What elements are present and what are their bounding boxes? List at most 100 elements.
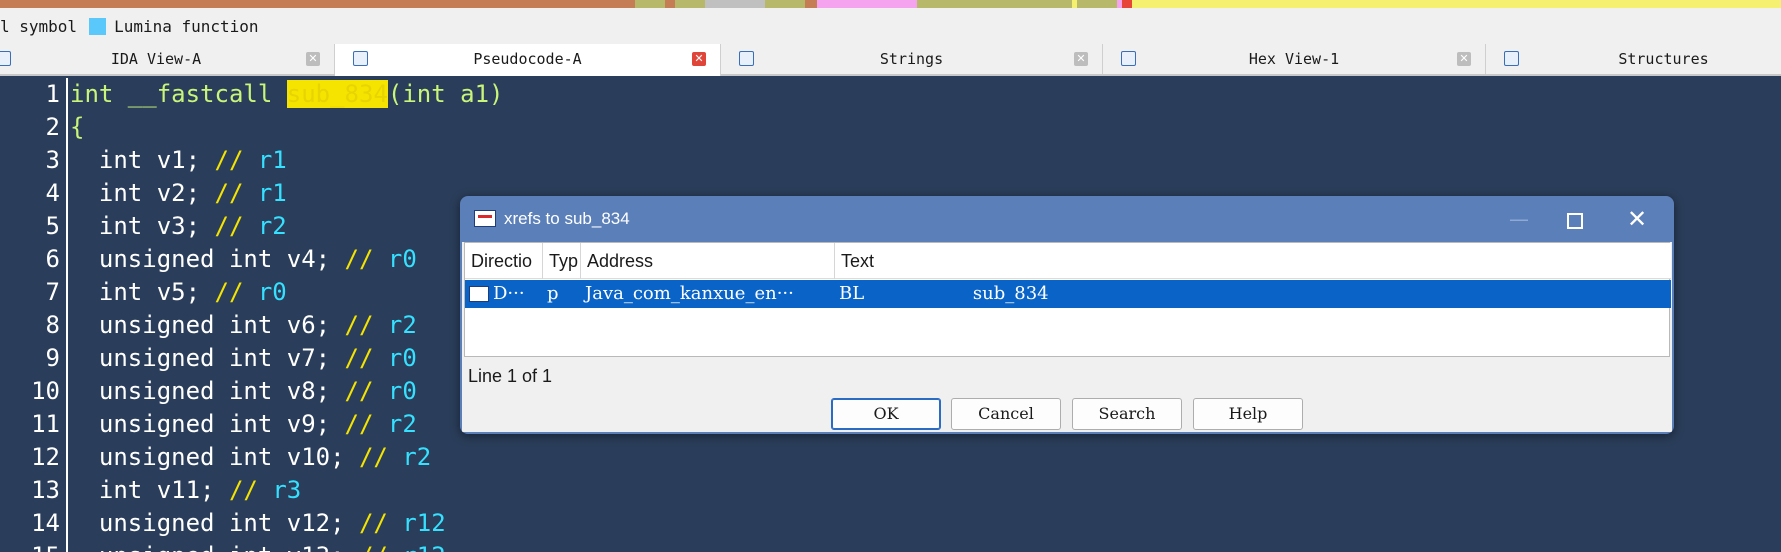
code-line[interactable]: 3 int v1; // r1 [0, 144, 1781, 177]
code-token: int __fastcall [70, 80, 287, 108]
code-line[interactable]: 2{ [0, 111, 1781, 144]
legend-item-symbol: l symbol [0, 17, 77, 36]
register-comment: r0 [387, 377, 417, 405]
maximize-icon [1567, 212, 1583, 229]
code-line[interactable]: 12 unsigned int v10; // r2 [0, 441, 1781, 474]
search-button[interactable]: Search [1072, 398, 1182, 430]
line-number: 8 [45, 311, 60, 339]
close-icon[interactable]: ✕ [692, 52, 706, 66]
tab-strings[interactable]: Strings ✕ [721, 44, 1103, 74]
cell-direction: D··· [465, 280, 543, 308]
register-comment: r0 [387, 344, 417, 372]
cancel-button[interactable]: Cancel [951, 398, 1061, 430]
nav-band-segment [675, 0, 705, 8]
dialog-body: Directio Typ Address Text D··· p Java_co… [462, 242, 1672, 432]
ok-button[interactable]: OK [831, 398, 941, 430]
line-number: 4 [45, 179, 60, 207]
code-text: unsigned int v9; // r2 [70, 408, 417, 441]
code-token: // [344, 377, 388, 405]
code-token: // [358, 443, 403, 471]
cell-address: Java_com_kanxue_en··· [585, 283, 794, 304]
code-text: unsigned int v4; // r0 [70, 243, 417, 276]
column-header-direction[interactable]: Directio [465, 243, 543, 279]
code-token: // [344, 344, 388, 372]
line-number: 6 [45, 245, 60, 273]
code-token: unsigned int v6; [70, 311, 345, 339]
code-text: int v5; // r0 [70, 276, 287, 309]
nav-band-segment [765, 0, 805, 8]
code-text: unsigned int v6; // r2 [70, 309, 417, 342]
line-number: 15 [0, 540, 60, 552]
code-text: { [70, 111, 84, 144]
help-button[interactable]: Help [1193, 398, 1303, 430]
nav-band-segment [665, 0, 675, 8]
code-token: // [214, 179, 258, 207]
nav-band-segment [805, 0, 817, 8]
code-token: // [214, 278, 258, 306]
column-header-address[interactable]: Address [581, 243, 835, 279]
tab-bar: IDA View-A ✕ Pseudocode-A ✕ Strings ✕ He… [0, 44, 1781, 76]
dialog-titlebar[interactable]: xrefs to sub_834 — ✕ [460, 196, 1674, 242]
dialog-title: xrefs to sub_834 [504, 209, 630, 228]
structures-icon [1504, 51, 1519, 66]
code-token: int v3; [70, 212, 215, 240]
register-comment: r12 [402, 509, 446, 537]
close-icon[interactable]: ✕ [306, 52, 320, 66]
close-icon[interactable]: ✕ [1457, 52, 1471, 66]
close-icon[interactable]: ✕ [1074, 52, 1088, 66]
code-text: int __fastcall sub_834(int a1) [70, 78, 504, 111]
legend-label: Lumina function [114, 16, 259, 36]
navigation-band[interactable] [0, 0, 1781, 8]
tab-structures[interactable]: Structures [1486, 44, 1781, 74]
register-comment: r0 [257, 278, 287, 306]
nav-band-segment [0, 0, 635, 8]
xref-row-icon [469, 286, 489, 302]
column-header-type[interactable]: Typ [543, 243, 581, 279]
tab-ida-view[interactable]: IDA View-A ✕ [0, 44, 335, 74]
tab-label: Hex View-1 [1248, 50, 1340, 68]
maximize-button[interactable] [1550, 204, 1600, 234]
xrefs-icon [474, 210, 496, 227]
legend-label: l symbol [0, 16, 78, 36]
register-comment: r1 [257, 179, 287, 207]
tab-label: Structures [1618, 50, 1709, 68]
tab-pseudocode[interactable]: Pseudocode-A ✕ [335, 44, 721, 76]
code-token: unsigned int v13; [70, 542, 359, 552]
code-line[interactable]: 13 int v11; // r3 [0, 474, 1781, 507]
nav-band-segment [1132, 0, 1781, 8]
lumina-swatch-icon [89, 17, 107, 35]
register-comment: r3 [272, 476, 302, 504]
code-token: // [344, 410, 388, 438]
code-line[interactable]: 1 int __fastcall sub_834(int a1) [0, 78, 1781, 111]
code-line[interactable]: 14 unsigned int v12; // r12 [0, 507, 1781, 540]
code-text: int v3; // r2 [70, 210, 287, 243]
tab-hex-view[interactable]: Hex View-1 ✕ [1103, 44, 1486, 74]
code-token: unsigned int v12; [70, 509, 359, 537]
legend-item-lumina: Lumina function [89, 17, 259, 36]
code-token: { [70, 113, 85, 141]
minimize-button[interactable]: — [1494, 204, 1544, 234]
highlighted-identifier: sub_834 [286, 80, 388, 108]
register-comment: r2 [387, 311, 417, 339]
code-text: unsigned int v7; // r0 [70, 342, 417, 375]
xrefs-dialog: xrefs to sub_834 — ✕ Directio Typ Addres… [460, 196, 1674, 434]
status-line: Line 1 of 1 [468, 366, 553, 386]
xrefs-table[interactable]: Directio Typ Address Text D··· p Java_co… [464, 242, 1671, 357]
code-text: unsigned int v12; // r12 [70, 507, 446, 540]
code-token: // [359, 542, 402, 552]
nav-band-segment [635, 0, 665, 8]
line-number: 11 [31, 410, 60, 438]
cell-type: p [547, 283, 559, 304]
code-token: int v1; [70, 146, 215, 174]
close-button[interactable]: ✕ [1612, 204, 1662, 234]
line-number: 10 [31, 377, 60, 405]
nav-band-segment [1077, 0, 1117, 8]
line-number: 5 [45, 212, 60, 240]
table-row[interactable]: D··· p Java_com_kanxue_en··· BL sub_834 [465, 280, 1671, 308]
code-token: (int a1) [387, 80, 504, 108]
line-number: 3 [45, 146, 60, 174]
tab-label: IDA View-A [110, 50, 202, 68]
code-line[interactable]: 15 unsigned int v13; // r12 [0, 540, 1781, 552]
column-header-text[interactable]: Text [835, 243, 1671, 279]
register-comment: r2 [387, 410, 417, 438]
